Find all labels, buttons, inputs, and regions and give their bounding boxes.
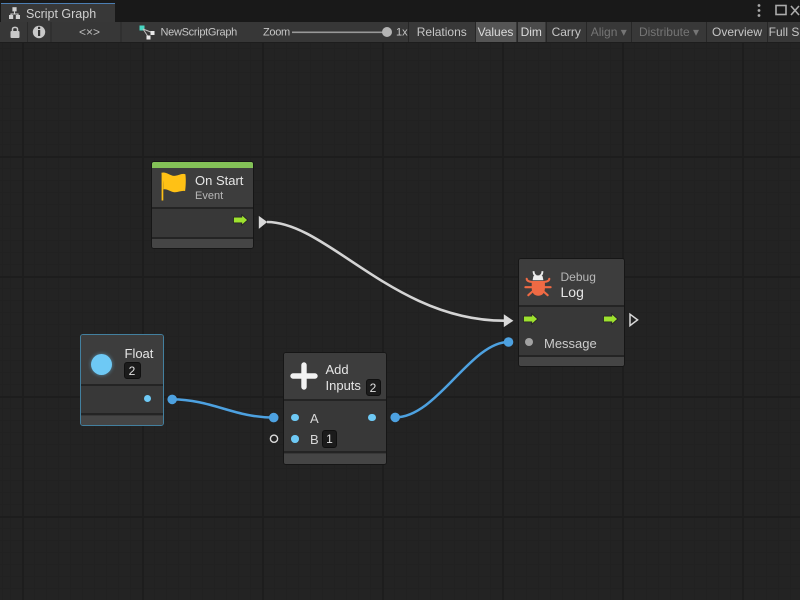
svg-text:NewScriptGraph: NewScriptGraph [161,27,238,39]
svg-text:Zoom: Zoom [263,27,290,39]
svg-text:1x: 1x [396,27,408,39]
svg-text:<×>: <×> [79,25,100,39]
